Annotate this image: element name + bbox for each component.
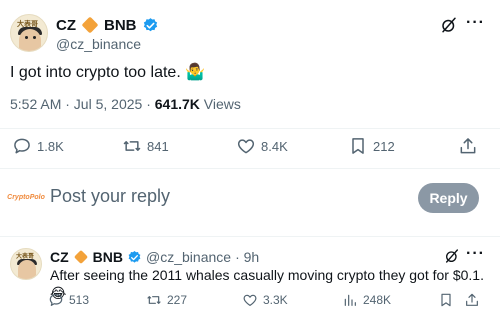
repost-icon <box>147 296 161 304</box>
repost-count: 841 <box>147 138 169 154</box>
analytics-icon <box>344 294 356 306</box>
reply-header: CZ BNB @cz_binance · 9h <box>50 249 259 265</box>
reply-like-action[interactable]: 3.3K <box>242 292 288 308</box>
post-text: I got into crypto too late. 🤷‍♂️ <box>10 64 206 81</box>
heart-icon <box>237 139 255 154</box>
verified-badge-icon <box>143 17 157 31</box>
grok-icon[interactable] <box>440 16 458 34</box>
author-name[interactable]: CZ <box>56 17 76 34</box>
repost-icon <box>123 141 141 151</box>
reply-author-suffix[interactable]: BNB <box>93 249 123 265</box>
reply-count: 1.8K <box>37 138 64 154</box>
bookmark-count: 212 <box>373 138 395 154</box>
reply-input[interactable]: Post your reply <box>50 186 170 207</box>
repost-count: 227 <box>167 293 188 307</box>
reply-timestamp[interactable]: · 9h <box>235 249 259 265</box>
post-timestamp[interactable]: 5:52 AM · Jul 5, 2025 · <box>10 96 155 112</box>
more-options-icon[interactable]: ··· <box>466 245 485 263</box>
reply-action[interactable]: 1.8K <box>12 136 64 156</box>
repost-action[interactable]: 841 <box>122 136 169 156</box>
reply-author-name[interactable]: CZ <box>50 249 69 265</box>
reply-share-action[interactable] <box>464 292 480 308</box>
verified-badge-icon <box>128 250 141 263</box>
like-action[interactable]: 8.4K <box>236 136 288 156</box>
view-count[interactable]: 641.7K <box>155 96 200 112</box>
reply-count: 513 <box>69 293 90 307</box>
share-icon <box>460 138 476 154</box>
heart-icon <box>243 294 257 306</box>
reply-bookmark-action[interactable] <box>438 292 454 308</box>
like-count: 3.3K <box>263 293 288 307</box>
author-name-suffix[interactable]: BNB <box>104 17 137 34</box>
divider <box>0 236 500 237</box>
bnb-diamond-icon <box>73 249 88 265</box>
reply-actions: 513 227 3.3K 248K <box>0 292 500 312</box>
reply-views-action[interactable]: 248K <box>342 292 391 308</box>
cryptopolo-logo: CryptoPolo <box>7 193 45 201</box>
views-label: Views <box>199 96 241 112</box>
bookmark-action[interactable]: 212 <box>348 136 395 156</box>
author-handle[interactable]: @cz_binance <box>56 36 141 52</box>
share-icon <box>466 293 478 306</box>
grok-icon[interactable] <box>444 248 460 264</box>
reply-repost-action[interactable]: 227 <box>146 292 187 308</box>
bookmark-icon <box>352 138 364 154</box>
author-avatar[interactable]: 大表哥 <box>10 14 48 52</box>
bookmark-icon <box>441 293 451 307</box>
reply-icon <box>14 138 30 154</box>
post-meta: 5:52 AM · Jul 5, 2025 · 641.7K Views <box>10 96 241 112</box>
more-options-icon[interactable]: ··· <box>466 14 485 32</box>
author-name-row[interactable]: CZ BNB <box>56 16 159 34</box>
share-action[interactable] <box>458 136 478 156</box>
like-count: 8.4K <box>261 138 288 154</box>
divider <box>0 128 500 129</box>
reply-reply-action[interactable]: 513 <box>48 292 89 308</box>
divider <box>0 168 500 169</box>
reply-button[interactable]: Reply <box>418 183 479 213</box>
bnb-diamond-icon <box>81 16 99 34</box>
views-count: 248K <box>363 293 392 307</box>
post-actions: 1.8K 841 8.4K 212 <box>0 136 500 160</box>
reply-author-avatar[interactable]: 大表哥 <box>10 248 42 280</box>
reply-icon <box>49 294 63 306</box>
reply-author-handle[interactable]: @cz_binance <box>146 249 231 265</box>
